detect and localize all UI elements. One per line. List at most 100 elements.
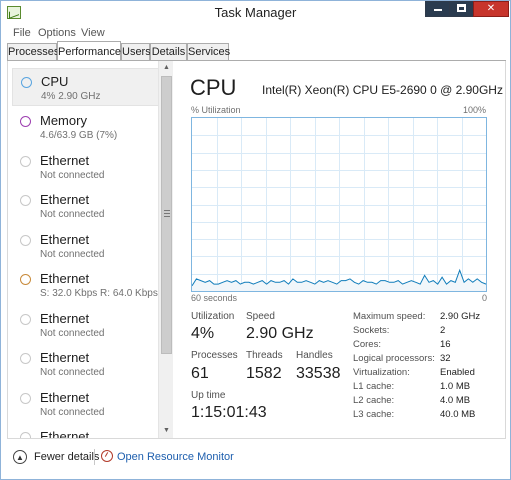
scrollbar-thumb[interactable] — [161, 76, 172, 354]
max-speed-label: Maximum speed: — [353, 311, 426, 322]
tab-processes[interactable]: Processes — [7, 43, 59, 61]
graph-time-span-label: 60 seconds — [191, 293, 238, 303]
resource-item-detail: S: 32.0 Kbps R: 64.0 Kbps — [40, 288, 158, 299]
resource-item-name: Ethernet — [40, 311, 90, 326]
resource-item-ethernet[interactable]: Ethernet Not connected — [12, 148, 158, 186]
l2-cache-label: L2 cache: — [353, 395, 395, 406]
handles-label: Handles — [296, 350, 333, 361]
l3-cache-value: 40.0 MB — [440, 409, 476, 420]
resource-item-ethernet[interactable]: Ethernet — [12, 424, 158, 438]
open-resource-monitor-link[interactable]: Open Resource Monitor — [117, 451, 234, 463]
resource-item-name: Memory — [40, 113, 87, 128]
task-manager-window: Task Manager ✕ File Options View Process… — [0, 0, 511, 480]
memory-graph-circle-icon — [20, 116, 31, 127]
resource-list: CPU 4% 2.90 GHz Memory 4.6/63.9 GB (7%) … — [8, 61, 158, 438]
uptime-value: 1:15:01:43 — [191, 404, 267, 421]
cpu-utilization-graph — [191, 117, 487, 292]
close-button[interactable]: ✕ — [473, 1, 509, 17]
resource-item-detail: Not connected — [40, 328, 105, 339]
virtualization-value: Enabled — [440, 367, 475, 378]
virtualization-label: Virtualization: — [353, 367, 410, 378]
footer-divider — [94, 449, 95, 465]
performance-panel: CPU 4% 2.90 GHz Memory 4.6/63.9 GB (7%) … — [7, 61, 506, 439]
cpu-utilization-graph-svg — [192, 118, 486, 291]
ethernet-graph-circle-icon — [20, 393, 31, 404]
tab-performance[interactable]: Performance — [57, 41, 121, 61]
logical-processors-label: Logical processors: — [353, 353, 435, 364]
l3-cache-label: L3 cache: — [353, 409, 395, 420]
resource-item-ethernet[interactable]: Ethernet Not connected — [12, 187, 158, 225]
ethernet-graph-circle-icon — [20, 156, 31, 167]
menu-file[interactable]: File — [13, 27, 31, 39]
close-icon: ✕ — [486, 3, 496, 14]
ethernet-graph-circle-icon — [20, 432, 31, 438]
resource-item-detail: Not connected — [40, 367, 105, 378]
resource-item-ethernet[interactable]: Ethernet Not connected — [12, 306, 158, 344]
scroll-up-arrow-icon[interactable]: ▲ — [159, 61, 174, 75]
uptime-label: Up time — [191, 390, 226, 401]
resource-item-detail: Not connected — [40, 249, 105, 260]
ethernet-graph-circle-icon — [20, 314, 31, 325]
ethernet-graph-circle-icon — [20, 353, 31, 364]
footer-bar: ▲ Fewer details Open Resource Monitor — [1, 441, 510, 479]
cores-label: Cores: — [353, 339, 381, 350]
menu-view[interactable]: View — [81, 27, 105, 39]
scroll-down-arrow-icon[interactable]: ▼ — [159, 424, 174, 438]
resource-item-detail: Not connected — [40, 170, 105, 181]
resource-item-detail: 4.6/63.9 GB (7%) — [40, 130, 118, 141]
resource-item-name: Ethernet — [40, 232, 90, 247]
resource-item-name: Ethernet — [40, 350, 90, 365]
resource-item-name: Ethernet — [40, 271, 90, 286]
graph-time-end-label: 0 — [481, 293, 487, 303]
resource-item-cpu[interactable]: CPU 4% 2.90 GHz — [12, 68, 158, 106]
minimize-icon — [433, 9, 442, 12]
processes-value: 61 — [191, 365, 209, 382]
processes-label: Processes — [191, 350, 238, 361]
l1-cache-value: 1.0 MB — [440, 381, 471, 392]
cpu-graph-circle-icon — [21, 77, 32, 88]
fewer-details-link[interactable]: Fewer details — [34, 451, 99, 463]
speed-label: Speed — [246, 311, 275, 322]
chevron-up-icon[interactable]: ▲ — [13, 450, 27, 464]
l2-cache-value: 4.0 MB — [440, 395, 471, 406]
resource-item-detail: 4% 2.90 GHz — [41, 91, 101, 102]
minimize-button[interactable] — [425, 1, 450, 17]
ethernet-graph-circle-icon — [20, 274, 31, 285]
tab-users[interactable]: Users — [121, 43, 151, 61]
ethernet-graph-circle-icon — [20, 195, 31, 206]
tab-services[interactable]: Services — [187, 43, 230, 61]
max-speed-value: 2.90 GHz — [440, 311, 481, 322]
grip-icon — [164, 210, 170, 217]
resource-monitor-icon[interactable] — [101, 450, 113, 462]
menu-bar: File Options View — [1, 25, 510, 41]
maximize-button[interactable] — [449, 1, 474, 17]
threads-label: Threads — [246, 350, 283, 361]
sockets-value: 2 — [440, 325, 446, 336]
title-bar[interactable]: Task Manager ✕ — [1, 1, 510, 25]
maximize-icon — [457, 4, 466, 13]
threads-value: 1582 — [246, 365, 282, 382]
tab-details[interactable]: Details — [150, 43, 187, 61]
resource-list-scrollbar[interactable]: ▲ ▼ — [158, 61, 173, 438]
graph-y-label: % Utilization — [191, 105, 241, 115]
resource-item-ethernet[interactable]: Ethernet Not connected — [12, 227, 158, 265]
cpu-model-name: Intel(R) Xeon(R) CPU E5-2690 0 @ 2.90GHz — [262, 83, 503, 97]
speed-value: 2.90 GHz — [246, 325, 314, 342]
resource-item-name: Ethernet — [40, 390, 90, 405]
resource-item-name: Ethernet — [40, 192, 90, 207]
resource-item-memory[interactable]: Memory 4.6/63.9 GB (7%) — [12, 108, 158, 146]
graph-y-max-label: 100% — [462, 105, 486, 115]
resource-item-ethernet[interactable]: Ethernet Not connected — [12, 345, 158, 383]
resource-item-detail: Not connected — [40, 209, 105, 220]
resource-item-name: Ethernet — [40, 153, 90, 168]
menu-options[interactable]: Options — [38, 27, 76, 39]
resource-item-ethernet[interactable]: Ethernet S: 32.0 Kbps R: 64.0 Kbps — [12, 266, 158, 304]
utilization-label: Utilization — [191, 311, 235, 322]
resource-item-detail: Not connected — [40, 407, 105, 418]
resource-item-ethernet[interactable]: Ethernet Not connected — [12, 385, 158, 423]
cpu-details: CPU Intel(R) Xeon(R) CPU E5-2690 0 @ 2.9… — [178, 61, 505, 438]
tab-strip: Processes Performance Users Details Serv… — [7, 41, 507, 61]
ethernet-graph-circle-icon — [20, 235, 31, 246]
logical-processors-value: 32 — [440, 353, 451, 364]
cpu-heading: CPU — [190, 75, 237, 100]
